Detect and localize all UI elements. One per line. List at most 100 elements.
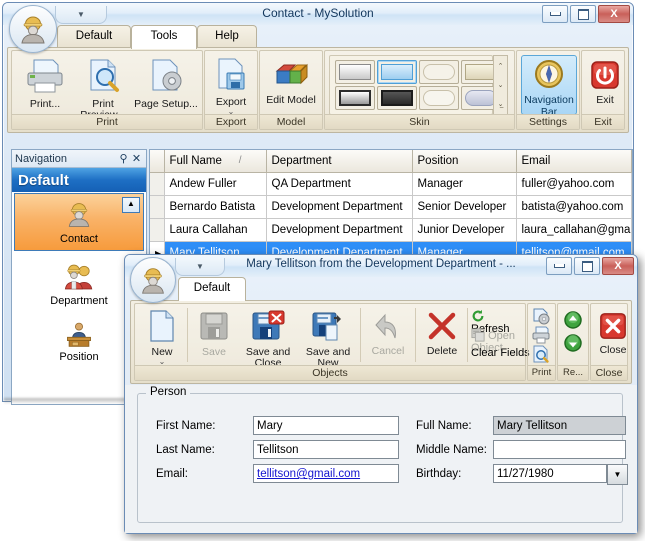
cell-department[interactable]: QA Department [266, 172, 413, 196]
save-and-close-button[interactable]: Save and Close [238, 309, 298, 369]
close-icon[interactable]: ✕ [130, 152, 143, 165]
edit-model-button[interactable]: Edit Model [262, 59, 320, 106]
close-label: Close [599, 344, 627, 356]
scroll-more-icon[interactable]: ⌄̲ [494, 95, 507, 114]
ribbon-group-record-nav: Re... [557, 303, 589, 381]
sidebar-item-contact[interactable]: ▲ Contact [14, 193, 144, 251]
skin-swatch-6[interactable] [377, 86, 417, 110]
maximize-icon [581, 260, 593, 272]
undo-arrow-icon [375, 313, 396, 339]
skin-swatch-5[interactable] [335, 86, 375, 110]
skin-gallery[interactable] [329, 55, 501, 115]
printer-icon[interactable] [531, 326, 551, 345]
main-tabstrip: Default Tools Help [3, 25, 633, 49]
ribbon-group-caption: Exit [582, 114, 624, 129]
close-button[interactable]: X [598, 5, 630, 23]
dialog-minimize-button[interactable] [546, 257, 572, 275]
main-window-controls: X [542, 5, 630, 23]
red-x-icon [428, 312, 456, 340]
dialog-application-button[interactable] [130, 257, 176, 303]
dialog-close-action-button[interactable]: Close [593, 311, 633, 356]
open-object-icon [471, 328, 485, 342]
dialog-quick-access-dropdown[interactable]: ▼ [175, 258, 225, 276]
quick-access-toolbar-dropdown[interactable]: ▼ [55, 6, 107, 24]
ribbon-group-skin: ⌃ ⌄ ⌄̲ Skin [324, 50, 515, 130]
chevron-down-icon: ▼ [196, 262, 204, 271]
ribbon-group-settings: Navigation Bar Settings [516, 50, 580, 130]
birthday-field[interactable]: 11/27/1980 [493, 464, 607, 483]
column-header-department[interactable]: Department [266, 150, 413, 173]
skin-swatch-7[interactable] [419, 86, 459, 110]
navigation-bar-toggle[interactable]: Navigation Bar [521, 55, 577, 118]
birthday-dropdown-button[interactable]: ▼ [607, 464, 628, 485]
email-field[interactable]: tellitson@gmail.com [253, 464, 399, 483]
tab-default[interactable]: Default [178, 277, 246, 301]
cell-email[interactable]: batista@yahoo.com [516, 195, 632, 219]
application-menu-button[interactable] [9, 5, 57, 53]
birthday-label: Birthday: [416, 468, 462, 480]
skin-swatch-1[interactable] [335, 60, 375, 84]
new-button[interactable]: New ⌄ [139, 309, 185, 366]
arrow-down-green-icon[interactable] [564, 334, 582, 352]
column-header-email[interactable]: Email [516, 150, 632, 173]
chevron-down-icon: ▼ [613, 470, 622, 479]
column-header-position[interactable]: Position [412, 150, 517, 173]
cell-full-name[interactable]: Laura Callahan [164, 218, 267, 242]
minimize-button[interactable] [542, 5, 568, 23]
middle-name-field[interactable] [493, 440, 626, 459]
close-icon: X [614, 260, 622, 272]
skin-swatch-2[interactable] [377, 60, 417, 84]
person-hardhat-icon [21, 16, 45, 44]
pin-icon[interactable]: ⚲ [117, 152, 130, 165]
delete-label: Delete [426, 345, 458, 357]
print-setup-icon[interactable] [531, 307, 551, 326]
cell-full-name[interactable]: Bernardo Batista [164, 195, 267, 219]
collapse-icon[interactable]: ▲ [122, 197, 140, 213]
table-row[interactable]: Bernardo Batista Development Department … [150, 195, 632, 219]
exit-label: Exit [596, 94, 614, 106]
table-row[interactable]: Laura Callahan Development Department Ju… [150, 218, 632, 242]
cell-email[interactable]: laura_callahan@gmail.com [516, 218, 632, 242]
clear-fields-button[interactable]: Clear Fields [471, 347, 531, 359]
export-button[interactable]: Export ⌄ [207, 57, 255, 116]
cancel-label: Cancel [371, 345, 405, 357]
cell-department[interactable]: Development Department [266, 195, 413, 219]
maximize-button[interactable] [570, 5, 596, 23]
arrow-up-green-icon[interactable] [564, 311, 582, 329]
contacts-grid[interactable]: Full Name / Department Position Email An… [149, 149, 633, 261]
last-name-field[interactable]: Tellitson [253, 440, 399, 459]
printer-icon [27, 59, 63, 93]
nav-group-default[interactable]: Default [12, 168, 146, 192]
cancel-button[interactable]: Cancel [363, 310, 413, 357]
minimize-icon [549, 12, 561, 16]
tab-tools[interactable]: Tools [131, 25, 197, 49]
ribbon-group-caption: Print [12, 114, 202, 129]
column-header-full-name[interactable]: Full Name / [164, 150, 267, 173]
skin-swatch-3[interactable] [419, 60, 459, 84]
cell-position[interactable]: Senior Developer [412, 195, 517, 219]
print-preview-button[interactable]: Print Preview... [72, 57, 134, 121]
exit-button[interactable]: Exit [584, 59, 626, 106]
tab-help[interactable]: Help [197, 25, 257, 48]
scroll-down-icon[interactable]: ⌄ [494, 75, 507, 94]
dialog-maximize-button[interactable] [574, 257, 600, 275]
save-button[interactable]: Save [191, 309, 237, 358]
email-link[interactable]: tellitson@gmail.com [257, 468, 360, 480]
scroll-up-icon[interactable]: ⌃ [494, 56, 507, 75]
delete-button[interactable]: Delete [418, 310, 466, 357]
sidebar-item-label: Contact [60, 233, 98, 245]
print-button[interactable]: Print... [16, 57, 74, 110]
cell-position[interactable]: Junior Developer [412, 218, 517, 242]
cell-full-name[interactable]: Andew Fuller [164, 172, 267, 196]
cell-position[interactable]: Manager [412, 172, 517, 196]
print-preview-icon[interactable] [531, 345, 551, 364]
first-name-field[interactable]: Mary [253, 416, 399, 435]
table-row[interactable]: Andew Fuller QA Department Manager fulle… [150, 172, 632, 196]
chevron-down-icon[interactable]: ⌄ [139, 358, 185, 366]
skin-gallery-scrollbar[interactable]: ⌃ ⌄ ⌄̲ [493, 55, 508, 115]
page-setup-button[interactable]: Page Setup... [132, 57, 200, 110]
cell-email[interactable]: fuller@yahoo.com [516, 172, 632, 196]
cell-department[interactable]: Development Department [266, 218, 413, 242]
dialog-close-button[interactable]: X [602, 257, 634, 275]
tab-default[interactable]: Default [57, 25, 131, 48]
